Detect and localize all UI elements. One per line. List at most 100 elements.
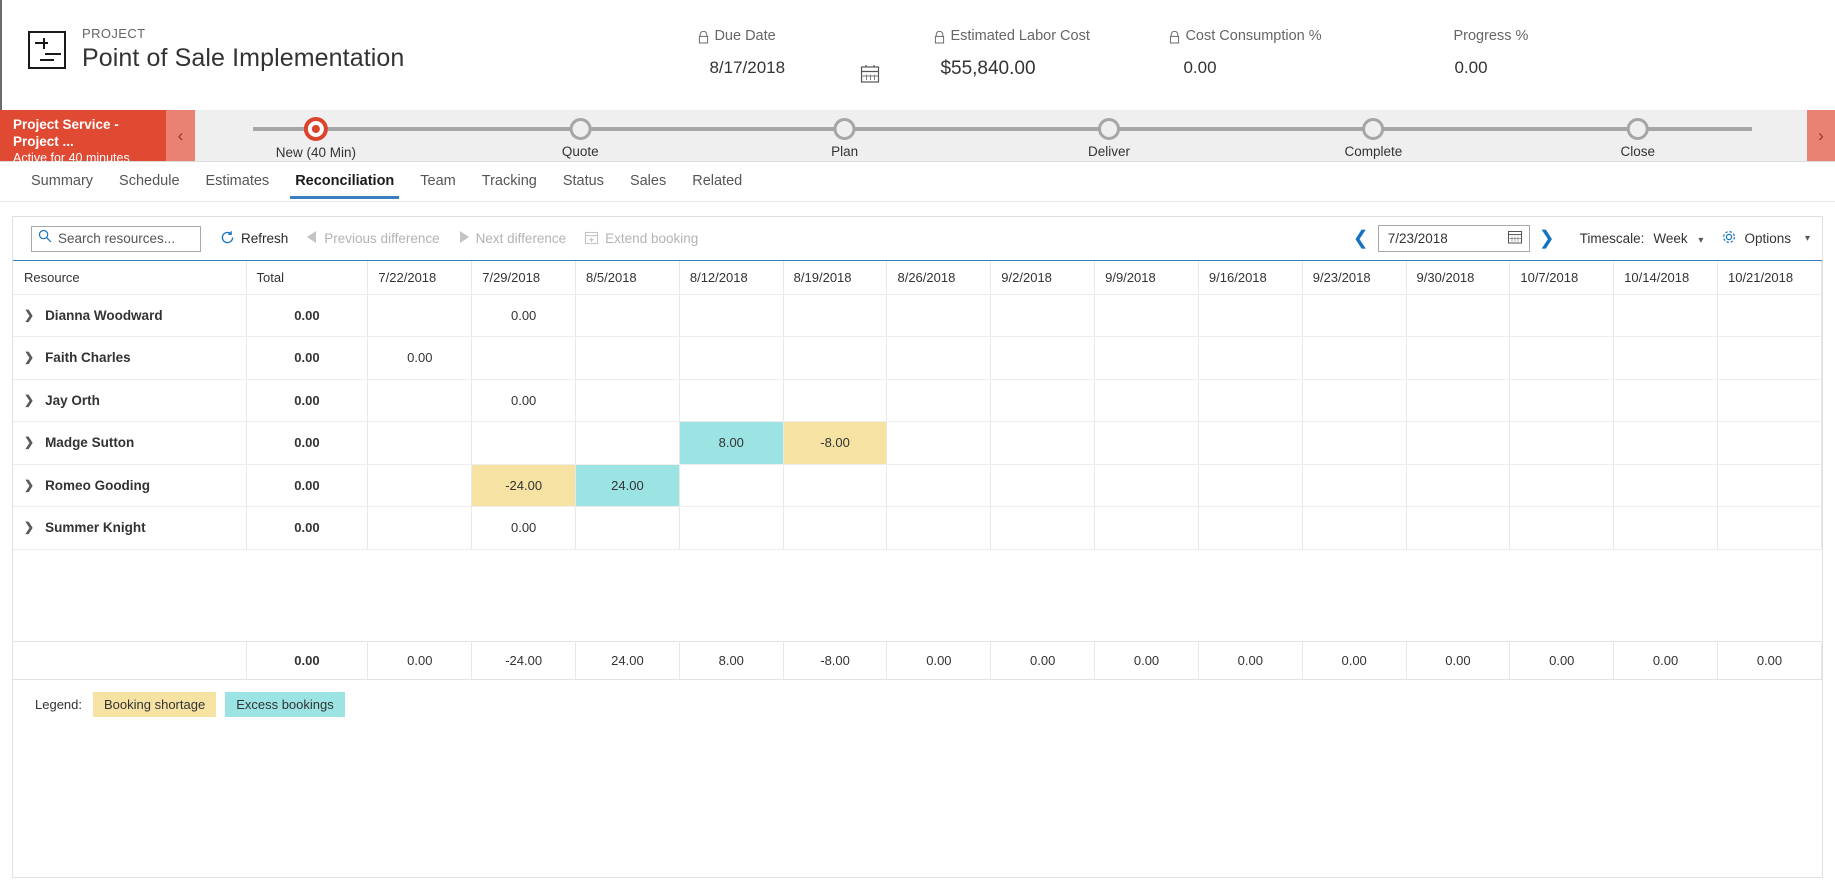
cell-value[interactable]: [1198, 506, 1303, 550]
cell-value[interactable]: [679, 379, 784, 422]
search-input[interactable]: [58, 231, 194, 246]
cell-value[interactable]: [783, 379, 888, 422]
column-header-date-11[interactable]: 10/7/2018: [1509, 261, 1615, 295]
bpf-stage-plan[interactable]: Plan: [831, 110, 858, 159]
bpf-stage-complete[interactable]: Complete: [1344, 110, 1402, 159]
cell-value[interactable]: [886, 336, 992, 380]
cell-value[interactable]: [1717, 379, 1823, 422]
tab-estimates[interactable]: Estimates: [193, 164, 283, 199]
cell-value[interactable]: [367, 464, 473, 507]
cell-value[interactable]: [1406, 506, 1511, 550]
calendar-icon[interactable]: [1507, 229, 1523, 249]
chevron-left-icon[interactable]: ‹: [166, 110, 195, 161]
column-header-date-7[interactable]: 9/9/2018: [1094, 261, 1199, 295]
cell-value[interactable]: [575, 506, 680, 550]
cell-value[interactable]: [1198, 464, 1303, 507]
chevron-right-icon[interactable]: ❯: [24, 520, 34, 534]
cell-value[interactable]: [1094, 421, 1199, 465]
cell-value[interactable]: [990, 379, 1096, 422]
cell-value[interactable]: [367, 506, 473, 550]
cell-value[interactable]: [1198, 379, 1303, 422]
cell-value[interactable]: [575, 294, 680, 337]
extend-booking-button[interactable]: Extend booking: [575, 226, 707, 252]
column-header-date-3[interactable]: 8/12/2018: [679, 261, 784, 295]
cell-value[interactable]: [1717, 464, 1823, 507]
cell-value[interactable]: 0.00: [471, 379, 577, 422]
cell-value[interactable]: [1302, 464, 1407, 507]
bpf-stage-new[interactable]: New (40 Min): [276, 110, 356, 160]
cell-value[interactable]: [575, 379, 680, 422]
cell-value[interactable]: [1302, 294, 1407, 337]
cell-value[interactable]: [1094, 379, 1199, 422]
tab-team[interactable]: Team: [407, 164, 468, 199]
cell-value[interactable]: [575, 421, 680, 465]
cell-value[interactable]: [679, 336, 784, 380]
calendar-icon[interactable]: [859, 64, 883, 86]
table-row[interactable]: ❯ Jay Orth 0.00 0.00: [13, 379, 1823, 422]
column-header-date-8[interactable]: 9/16/2018: [1198, 261, 1303, 295]
tab-summary[interactable]: Summary: [18, 164, 106, 199]
cell-value[interactable]: [886, 379, 992, 422]
date-picker-box[interactable]: 7/23/2018: [1377, 225, 1530, 252]
cell-value[interactable]: [1094, 506, 1199, 550]
next-period-button[interactable]: ❯: [1530, 229, 1564, 248]
cell-value[interactable]: [886, 421, 992, 465]
cell-value[interactable]: [1613, 379, 1718, 422]
cell-value[interactable]: [783, 294, 888, 337]
cell-excess-booking[interactable]: 8.00: [679, 421, 784, 465]
cell-value[interactable]: [1717, 336, 1823, 380]
cell-value[interactable]: [1717, 421, 1823, 465]
resource-name-cell[interactable]: ❯ Summer Knight: [13, 506, 247, 550]
next-difference-button[interactable]: Next difference: [449, 226, 576, 251]
resource-name-cell[interactable]: ❯ Romeo Gooding: [13, 464, 247, 507]
chevron-right-icon[interactable]: ❯: [24, 435, 34, 449]
previous-period-button[interactable]: ❮: [1344, 229, 1378, 248]
cell-value[interactable]: 0.00: [471, 506, 577, 550]
column-header-date-13[interactable]: 10/21/2018: [1717, 261, 1823, 295]
cell-value[interactable]: [471, 336, 577, 380]
cell-value[interactable]: [783, 336, 888, 380]
cell-value[interactable]: [1509, 421, 1615, 465]
cell-value[interactable]: [1613, 421, 1718, 465]
cell-value[interactable]: [886, 506, 992, 550]
cell-value[interactable]: [1094, 336, 1199, 380]
column-header-date-0[interactable]: 7/22/2018: [367, 261, 473, 295]
column-header-date-9[interactable]: 9/23/2018: [1302, 261, 1407, 295]
resource-name-cell[interactable]: ❯ Faith Charles: [13, 336, 247, 380]
cell-value[interactable]: [471, 421, 577, 465]
cell-value[interactable]: [1302, 336, 1407, 380]
column-header-total[interactable]: Total: [246, 261, 369, 295]
bpf-active-stage-banner[interactable]: Project Service - Project ... Active for…: [0, 110, 166, 165]
cell-value[interactable]: [783, 506, 888, 550]
cell-value[interactable]: [1509, 336, 1615, 380]
bpf-stage-close[interactable]: Close: [1620, 110, 1655, 159]
cell-value[interactable]: [367, 379, 473, 422]
chevron-right-icon[interactable]: ›: [1807, 110, 1835, 161]
options-button[interactable]: Options ▾: [1721, 229, 1810, 248]
cell-value[interactable]: [1406, 294, 1511, 337]
tab-status[interactable]: Status: [550, 164, 617, 199]
tab-related[interactable]: Related: [679, 164, 755, 199]
cell-value[interactable]: [1509, 294, 1615, 337]
table-row[interactable]: ❯ Madge Sutton 0.00 8.00 -8.00: [13, 421, 1823, 465]
cell-value[interactable]: [367, 421, 473, 465]
cell-booking-shortage[interactable]: -8.00: [783, 421, 888, 465]
column-header-date-10[interactable]: 9/30/2018: [1406, 261, 1511, 295]
timescale-dropdown[interactable]: Week ▾: [1653, 231, 1703, 246]
cell-value[interactable]: [1094, 294, 1199, 337]
column-header-date-2[interactable]: 8/5/2018: [575, 261, 680, 295]
column-header-date-12[interactable]: 10/14/2018: [1613, 261, 1718, 295]
cell-excess-booking[interactable]: 24.00: [575, 464, 680, 507]
column-header-date-1[interactable]: 7/29/2018: [471, 261, 577, 295]
chevron-right-icon[interactable]: ❯: [24, 393, 34, 407]
bpf-stage-quote[interactable]: Quote: [562, 110, 599, 159]
cell-value[interactable]: [1509, 506, 1615, 550]
chevron-right-icon[interactable]: ❯: [24, 478, 34, 492]
cell-value[interactable]: [1717, 506, 1823, 550]
cell-value[interactable]: [783, 464, 888, 507]
cell-value[interactable]: [679, 294, 784, 337]
tab-reconciliation[interactable]: Reconciliation: [282, 164, 407, 199]
cell-value[interactable]: [1406, 336, 1511, 380]
cell-value[interactable]: [1613, 294, 1718, 337]
bpf-stage-deliver[interactable]: Deliver: [1088, 110, 1130, 159]
